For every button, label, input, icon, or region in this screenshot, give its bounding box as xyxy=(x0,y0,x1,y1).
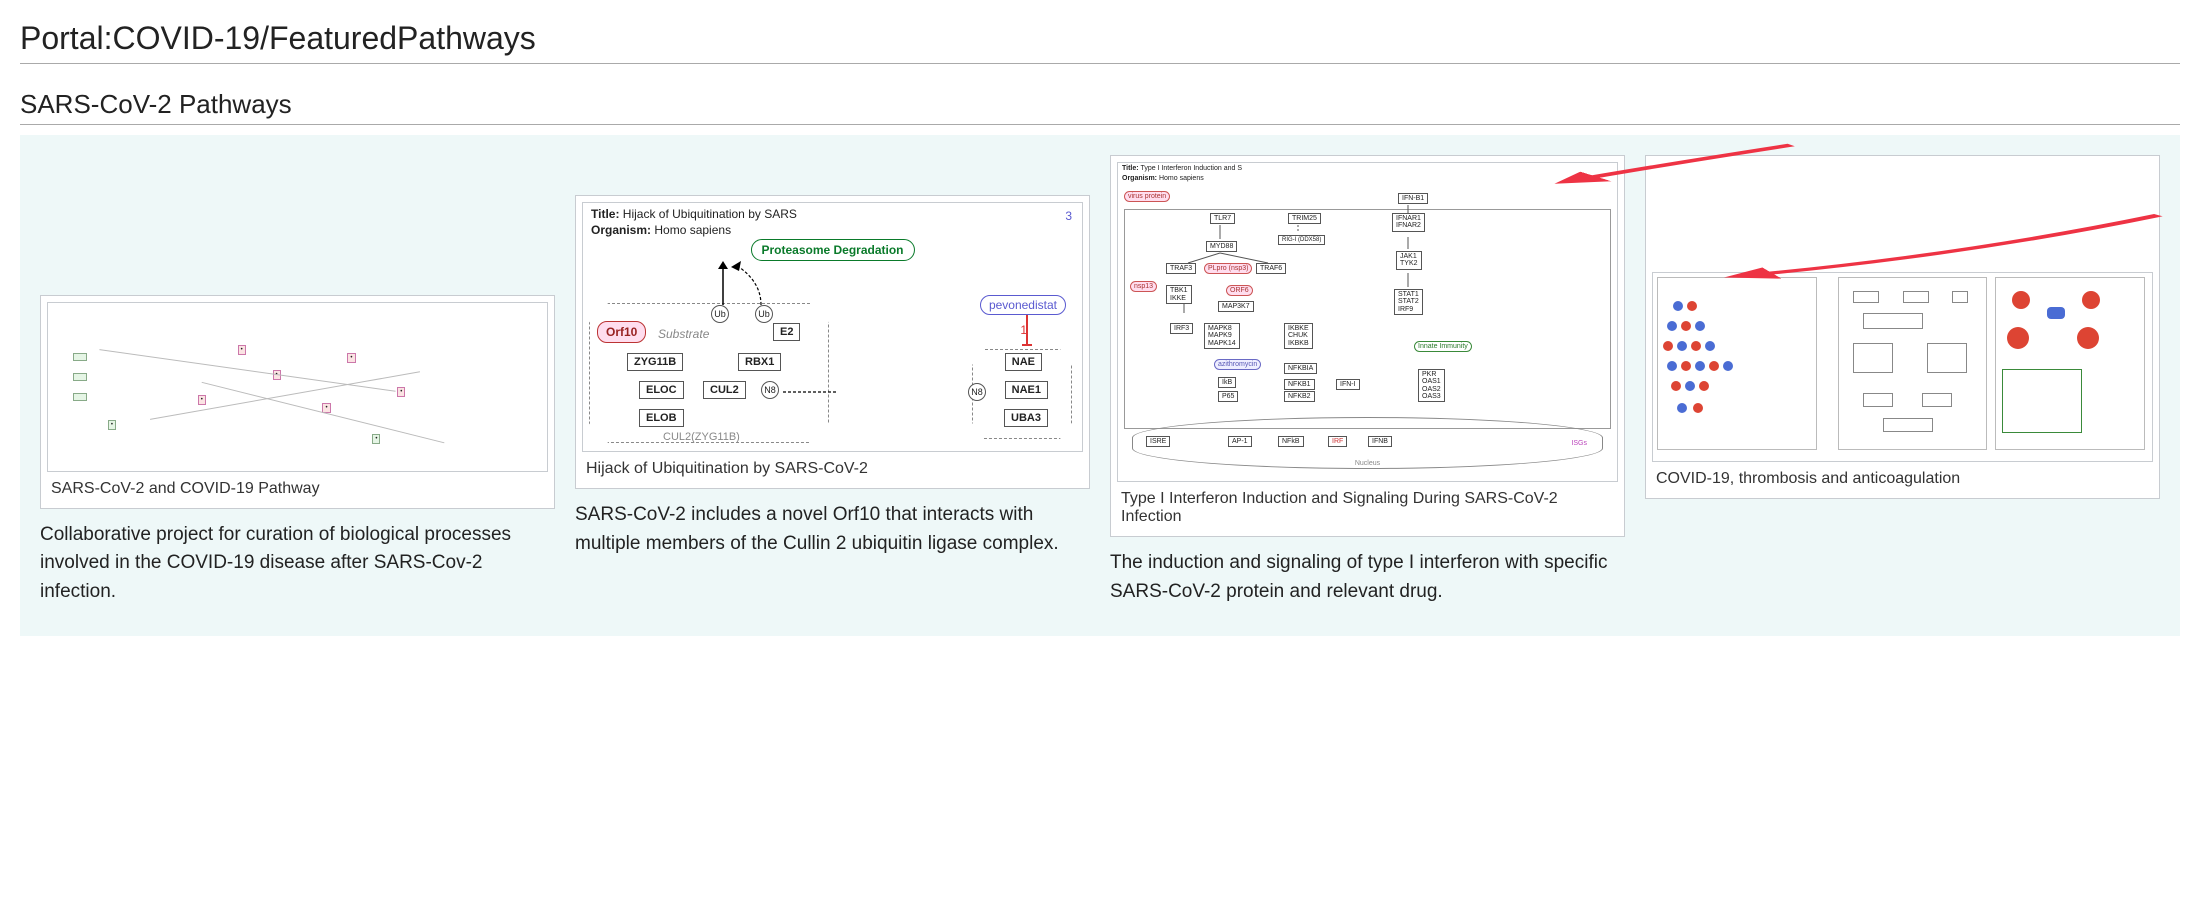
irf3-node: IRF3 xyxy=(1170,323,1193,334)
traf6-node: TRAF6 xyxy=(1256,263,1286,274)
ap1-node: AP-1 xyxy=(1228,436,1252,447)
ikb-node: IkB xyxy=(1218,377,1236,388)
ub-circle: Ub xyxy=(755,305,773,323)
plpro-node: PLpro (nsp3) xyxy=(1204,263,1252,274)
oas-group: PKROAS1OAS2OAS3 xyxy=(1418,369,1445,402)
nucleus-label: Nucleus xyxy=(1355,460,1380,467)
zyg11b-node: ZYG11B xyxy=(627,353,683,371)
nfkb1-node: NFKB1 xyxy=(1284,379,1315,390)
cul2-node: CUL2 xyxy=(703,381,746,399)
n8-circle: N8 xyxy=(761,381,779,399)
nfkb-node: NFkB xyxy=(1278,436,1304,447)
diagram-organism-label: Organism: xyxy=(591,223,651,237)
n8-circle: N8 xyxy=(968,383,986,401)
rig-node: RIG-I (DDX58) xyxy=(1278,235,1325,245)
gallery-item: • • • • • • • • SARS-CoV-2 and COVID-19 … xyxy=(40,200,555,607)
gallery-item: Title: Hijack of Ubiquitination by SARS … xyxy=(575,155,1090,558)
thumbnail-caption: Type I Interferon Induction and Signalin… xyxy=(1117,482,1618,530)
ikbke-group: IKBKE CHUK IKBKB xyxy=(1284,323,1313,349)
proteasome-node: Proteasome Degradation xyxy=(750,239,914,261)
substrate-label: Substrate xyxy=(658,327,709,341)
traf3-node: TRAF3 xyxy=(1166,263,1196,274)
ifnb1-node: IFN-B1 xyxy=(1398,193,1428,204)
orf6-node: ORF6 xyxy=(1226,285,1253,296)
pathway-diagram-3: Title: Type I Interferon Induction and S… xyxy=(1117,162,1618,482)
virus-node: virus protein xyxy=(1124,191,1170,202)
isgs-node: ISGs xyxy=(1571,440,1587,447)
irf-node: IRF xyxy=(1328,436,1347,447)
pathway-thumbnail-link[interactable]: Title: Type I Interferon Induction and S… xyxy=(1110,155,1625,537)
pathway-thumbnail-link[interactable]: COVID-19, thrombosis and anticoagulation xyxy=(1645,155,2160,499)
tbk-ikke-group: TBK1IKKE xyxy=(1166,285,1192,304)
d3-title-value: Type I Interferon Induction and S xyxy=(1140,165,1242,172)
stat-group: STAT1STAT2IRF9 xyxy=(1394,289,1423,315)
diagram-title-label: Title: xyxy=(591,207,619,221)
page-title: Portal:COVID-19/FeaturedPathways xyxy=(20,20,2180,64)
ifnb-node: IFNB xyxy=(1368,436,1392,447)
thumbnail-description: Collaborative project for curation of bi… xyxy=(40,521,555,607)
pathway-diagram-2: Title: Hijack of Ubiquitination by SARS … xyxy=(582,202,1083,452)
d3-org-value: Homo sapiens xyxy=(1159,175,1204,182)
ifnar-group: IFNAR1IFNAR2 xyxy=(1392,213,1425,232)
uba3-node: UBA3 xyxy=(1004,409,1048,427)
p65-node: P65 xyxy=(1218,391,1238,402)
d3-title-label: Title: xyxy=(1122,165,1139,172)
pathway-gallery: • • • • • • • • SARS-CoV-2 and COVID-19 … xyxy=(20,135,2180,636)
thumbnail-description: SARS-CoV-2 includes a novel Orf10 that i… xyxy=(575,501,1090,558)
thumbnail-caption: SARS-CoV-2 and COVID-19 Pathway xyxy=(47,472,548,502)
isre-node: ISRE xyxy=(1146,436,1170,447)
gallery-item: Title: Type I Interferon Induction and S… xyxy=(1110,155,1625,606)
diagram-organism-value: Homo sapiens xyxy=(654,223,731,237)
tlr7-node: TLR7 xyxy=(1210,213,1235,224)
eloc-node: ELOC xyxy=(639,381,684,399)
nfkb2-node: NFKB2 xyxy=(1284,391,1315,402)
myd88-node: MYD88 xyxy=(1206,241,1237,252)
drug-node: pevonedistat xyxy=(980,295,1066,315)
pathway-diagram-1: • • • • • • • • xyxy=(47,302,548,472)
diagram-note-num: 3 xyxy=(1065,209,1072,223)
orf10-node: Orf10 xyxy=(597,321,646,343)
pathway-thumbnail-link[interactable]: • • • • • • • • SARS-CoV-2 and COVID-19 … xyxy=(40,295,555,509)
gallery-item: COVID-19, thrombosis and anticoagulation xyxy=(1645,155,2160,511)
innate-node: Innate Immunity xyxy=(1414,341,1472,352)
nfkbia-node: NFKBIA xyxy=(1284,363,1317,374)
ifn1-node: IFN-I xyxy=(1336,379,1360,390)
thumbnail-caption: COVID-19, thrombosis and anticoagulation xyxy=(1652,462,2153,492)
nae1-node: NAE1 xyxy=(1005,381,1048,399)
azithromycin-node: azithromycin xyxy=(1214,359,1261,370)
section-title: SARS-CoV-2 Pathways xyxy=(20,89,2180,125)
pathway-diagram-4 xyxy=(1652,272,2153,462)
d3-org-label: Organism: xyxy=(1122,175,1157,182)
rbx1-node: RBX1 xyxy=(738,353,781,371)
elob-node: ELOB xyxy=(639,409,684,427)
nae-node: NAE xyxy=(1005,353,1042,371)
pathway-thumbnail-link[interactable]: Title: Hijack of Ubiquitination by SARS … xyxy=(575,195,1090,489)
jak-group: JAK1TYK2 xyxy=(1396,251,1422,270)
diagram-title-value: Hijack of Ubiquitination by SARS xyxy=(623,207,797,221)
ub-circle: Ub xyxy=(711,305,729,323)
trim25-node: TRIM25 xyxy=(1288,213,1321,224)
thumbnail-caption: Hijack of Ubiquitination by SARS-CoV-2 xyxy=(582,452,1083,482)
nsp13-node: nsp13 xyxy=(1130,281,1157,292)
thumbnail-description: The induction and signaling of type I in… xyxy=(1110,549,1625,606)
e2-node: E2 xyxy=(773,323,800,341)
mapk-group: MAPK8 MAPK9 MAPK14 xyxy=(1204,323,1240,349)
complex-label: CUL2(ZYG11B) xyxy=(663,431,740,443)
map3k7-node: MAP3K7 xyxy=(1218,301,1254,312)
